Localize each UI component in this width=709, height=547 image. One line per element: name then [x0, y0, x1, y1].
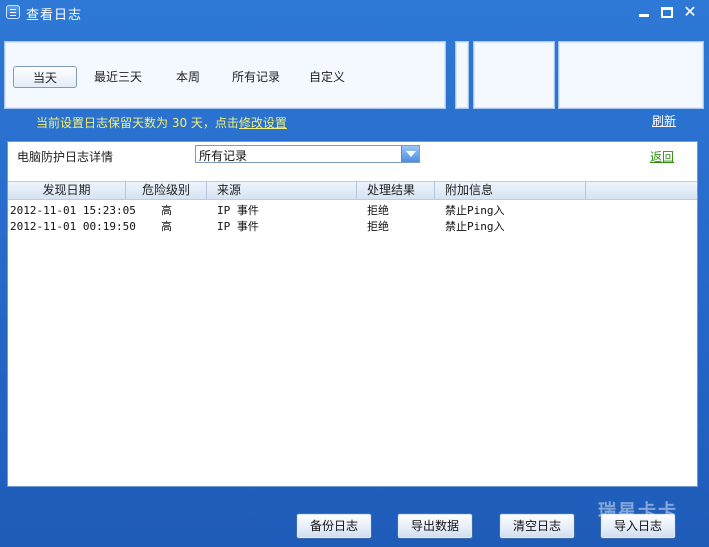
backup-log-button[interactable]: 备份日志 [296, 513, 372, 539]
retention-notice-text: 当前设置日志保留天数为 30 天，点击 [36, 116, 239, 130]
date-range-toolbar: 当天 最近三天 本周 所有记录 自定义 [4, 41, 446, 109]
clear-log-button[interactable]: 清空日志 [499, 513, 575, 539]
table-row[interactable]: 2012-11-01 15:23:05 高 IP 事件 拒绝 禁止Ping入 [8, 203, 697, 219]
app-icon [6, 5, 20, 19]
detail-title: 电脑防护日志详情 [17, 150, 114, 164]
cell-info: 禁止Ping入 [445, 204, 505, 217]
cell-result: 拒绝 [367, 204, 389, 217]
toolbar-side-panel [473, 41, 555, 109]
toolbar-separator-panel [455, 41, 469, 109]
tab-custom[interactable]: 自定义 [305, 66, 349, 88]
column-header-source[interactable]: 来源 [207, 182, 357, 199]
column-header-extra [586, 182, 697, 199]
tab-all-records[interactable]: 所有记录 [229, 66, 283, 88]
column-header-info[interactable]: 附加信息 [435, 182, 586, 199]
window-title: 查看日志 [26, 8, 83, 23]
maximize-icon[interactable] [659, 4, 675, 20]
tab-today[interactable]: 当天 [13, 66, 77, 88]
table-row[interactable]: 2012-11-01 00:19:50 高 IP 事件 拒绝 禁止Ping入 [8, 219, 697, 235]
cell-level: 高 [161, 220, 172, 233]
export-data-button[interactable]: 导出数据 [397, 513, 473, 539]
title-bar[interactable]: 查看日志 ✕ [0, 0, 709, 26]
minimize-icon[interactable] [636, 4, 652, 20]
log-detail-panel: 电脑防护日志详情 所有记录 返回 发现日期 危险级别 来源 处理结果 附加信息 … [7, 141, 698, 487]
import-log-button[interactable]: 导入日志 [600, 513, 676, 539]
cell-info: 禁止Ping入 [445, 220, 505, 233]
close-icon[interactable]: ✕ [682, 4, 698, 20]
column-header-result[interactable]: 处理结果 [357, 182, 435, 199]
toolbar-right-panel [558, 41, 704, 109]
back-link[interactable]: 返回 [650, 148, 674, 165]
cell-source: IP 事件 [217, 220, 259, 233]
modify-settings-link[interactable]: 修改设置 [239, 116, 287, 130]
column-header-level[interactable]: 危险级别 [126, 182, 207, 199]
tab-last-three-days[interactable]: 最近三天 [90, 66, 146, 88]
cell-date: 2012-11-01 00:19:50 [10, 220, 136, 233]
log-filter-value: 所有记录 [199, 149, 248, 163]
retention-notice: 当前设置日志保留天数为 30 天，点击修改设置 [36, 114, 287, 131]
chevron-down-icon[interactable] [401, 146, 419, 162]
cell-source: IP 事件 [217, 204, 259, 217]
cell-level: 高 [161, 204, 172, 217]
log-filter-select[interactable]: 所有记录 [195, 145, 420, 163]
refresh-link[interactable]: 刷新 [652, 112, 676, 129]
column-header-date[interactable]: 发现日期 [8, 182, 126, 199]
tab-this-week[interactable]: 本周 [171, 66, 205, 88]
cell-date: 2012-11-01 15:23:05 [10, 204, 136, 217]
log-table-header: 发现日期 危险级别 来源 处理结果 附加信息 [8, 181, 697, 200]
cell-result: 拒绝 [367, 220, 389, 233]
log-viewer-window: 查看日志 ✕ 当天 最近三天 本周 所有记录 自定义 当前设置日志保留天数为 3… [0, 0, 709, 547]
